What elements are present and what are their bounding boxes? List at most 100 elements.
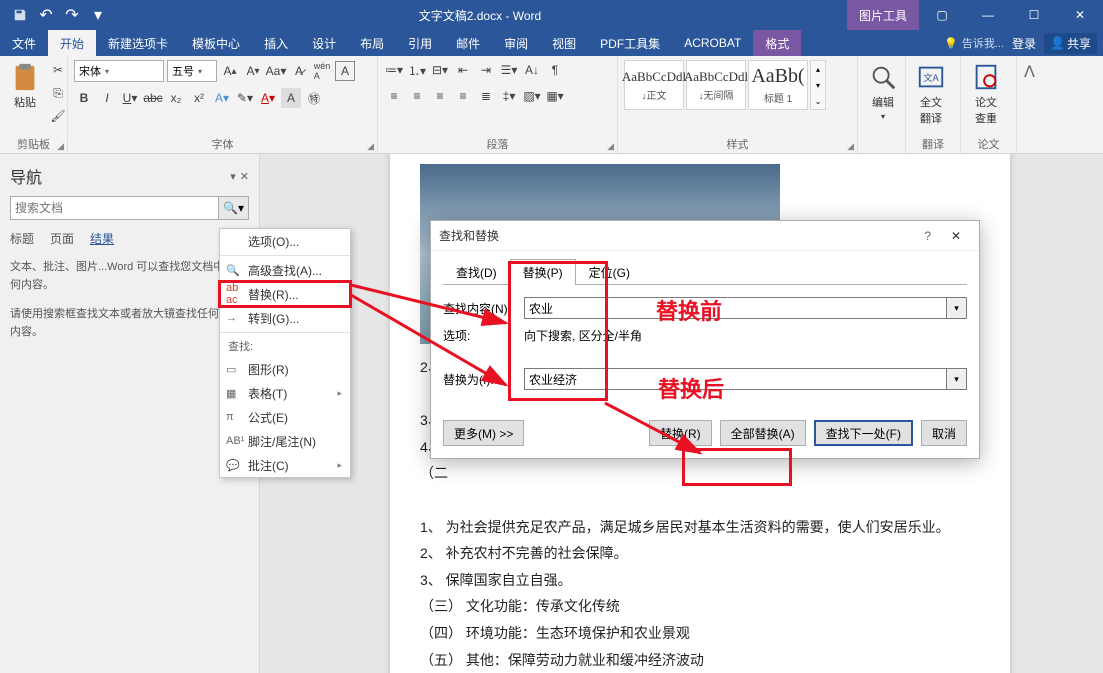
change-case-icon[interactable]: Aa▾ xyxy=(266,61,286,81)
clear-format-icon[interactable]: A̷ xyxy=(289,61,309,81)
shading-icon[interactable]: ▨▾ xyxy=(522,86,542,106)
copy-icon[interactable]: ⎘ xyxy=(48,83,68,103)
italic-icon[interactable]: I xyxy=(97,88,117,108)
minimize-icon[interactable]: — xyxy=(965,0,1011,30)
distribute-icon[interactable]: ≣ xyxy=(476,86,496,106)
increase-indent-icon[interactable]: ⇥ xyxy=(476,60,496,80)
superscript-icon[interactable]: x² xyxy=(189,88,209,108)
nav-tab-headings[interactable]: 标题 xyxy=(10,230,34,247)
phonetic-guide-icon[interactable]: wénA xyxy=(312,61,332,81)
numbering-icon[interactable]: ⒈▾ xyxy=(407,60,427,80)
tab-insert[interactable]: 插入 xyxy=(252,30,300,56)
cancel-button[interactable]: 取消 xyxy=(921,420,967,446)
font-size-combo[interactable]: 五号▾ xyxy=(167,60,217,82)
subscript-icon[interactable]: x₂ xyxy=(166,88,186,108)
tab-newtab[interactable]: 新建选项卡 xyxy=(96,30,180,56)
clipboard-launcher-icon[interactable]: ◢ xyxy=(57,141,64,152)
font-color-icon[interactable]: A▾ xyxy=(258,88,278,108)
collapse-ribbon-icon[interactable]: ᐱ xyxy=(1016,56,1042,153)
menu-find-equations[interactable]: π公式(E) xyxy=(220,405,350,429)
editing-button[interactable]: 编辑▾ xyxy=(864,60,902,123)
paper-check-button[interactable]: 论文 查重 xyxy=(967,60,1005,128)
menu-find-footnotes[interactable]: AB¹脚注/尾注(N) xyxy=(220,429,350,453)
nav-tab-results[interactable]: 结果 xyxy=(90,230,114,247)
text-effects-icon[interactable]: A▾ xyxy=(212,88,232,108)
dialog-tab-find[interactable]: 查找(D) xyxy=(443,259,510,285)
more-button[interactable]: 更多(M) >> xyxy=(443,420,524,446)
dialog-close-icon[interactable]: ✕ xyxy=(941,229,971,243)
styles-launcher-icon[interactable]: ◢ xyxy=(847,141,854,152)
dialog-help-icon[interactable]: ? xyxy=(924,229,931,243)
find-next-button[interactable]: 查找下一处(F) xyxy=(814,420,913,446)
styles-gallery[interactable]: AaBbCcDdl↓正文 AaBbCcDdl↓无间隔 AaBb(标题 1 ▴▾⌄ xyxy=(624,60,826,110)
ribbon-display-icon[interactable]: ▢ xyxy=(919,0,965,30)
tab-references[interactable]: 引用 xyxy=(396,30,444,56)
find-history-dropdown[interactable]: ▾ xyxy=(947,297,967,319)
font-name-combo[interactable]: 宋体▾ xyxy=(74,60,164,82)
find-what-input[interactable] xyxy=(524,297,947,319)
dialog-tab-goto[interactable]: 定位(G) xyxy=(576,259,643,285)
tab-templates[interactable]: 模板中心 xyxy=(180,30,252,56)
undo-icon[interactable]: ↶ xyxy=(35,4,57,26)
tab-file[interactable]: 文件 xyxy=(0,30,48,56)
align-center-icon[interactable]: ≡ xyxy=(407,86,427,106)
menu-options[interactable]: 选项(O)... xyxy=(220,229,350,253)
sort-icon[interactable]: A↓ xyxy=(522,60,542,80)
tab-home[interactable]: 开始 xyxy=(48,30,96,56)
maximize-icon[interactable]: ☐ xyxy=(1011,0,1057,30)
tab-acrobat[interactable]: ACROBAT xyxy=(672,30,753,56)
font-launcher-icon[interactable]: ◢ xyxy=(367,141,374,152)
tell-me-search[interactable]: 💡 告诉我... xyxy=(944,35,1004,51)
cut-icon[interactable]: ✂ xyxy=(48,60,68,80)
show-marks-icon[interactable]: ¶ xyxy=(545,60,565,80)
char-border-icon[interactable]: A xyxy=(335,61,355,81)
menu-find-comments[interactable]: 💬批注(C)▸ xyxy=(220,453,350,477)
multilevel-icon[interactable]: ⊟▾ xyxy=(430,60,450,80)
tab-mail[interactable]: 邮件 xyxy=(444,30,492,56)
qat-more-icon[interactable]: ▾ xyxy=(87,4,109,26)
nav-search-button[interactable]: 🔍▾ xyxy=(219,196,249,220)
decrease-indent-icon[interactable]: ⇤ xyxy=(453,60,473,80)
style-nospacing[interactable]: AaBbCcDdl↓无间隔 xyxy=(686,60,746,110)
replace-all-button[interactable]: 全部替换(A) xyxy=(720,420,806,446)
style-heading1[interactable]: AaBb(标题 1 xyxy=(748,60,808,110)
char-shading-icon[interactable]: A xyxy=(281,88,301,108)
login-button[interactable]: 登录 xyxy=(1012,35,1036,52)
menu-advanced-find[interactable]: 🔍高级查找(A)... xyxy=(220,258,350,282)
nav-tab-pages[interactable]: 页面 xyxy=(50,230,74,247)
menu-replace[interactable]: abac替换(R)... xyxy=(220,282,350,306)
translate-button[interactable]: 文A全文 翻译 xyxy=(912,60,950,128)
nav-search-input[interactable] xyxy=(10,196,219,220)
replace-button[interactable]: 替换(R) xyxy=(649,420,712,446)
tab-format[interactable]: 格式 xyxy=(753,30,801,56)
highlight-icon[interactable]: ✎▾ xyxy=(235,88,255,108)
bullets-icon[interactable]: ≔▾ xyxy=(384,60,404,80)
share-button[interactable]: 👤 共享 xyxy=(1044,33,1097,54)
nav-pane-close-icon[interactable]: ✕ xyxy=(240,170,249,183)
tab-pdf[interactable]: PDF工具集 xyxy=(588,30,672,56)
redo-icon[interactable]: ↷ xyxy=(61,4,83,26)
shrink-font-icon[interactable]: A▾ xyxy=(243,61,263,81)
menu-find-graphics[interactable]: ▭图形(R) xyxy=(220,357,350,381)
nav-pane-dropdown-icon[interactable]: ▾ xyxy=(230,170,236,183)
grow-font-icon[interactable]: A▴ xyxy=(220,61,240,81)
close-icon[interactable]: ✕ xyxy=(1057,0,1103,30)
menu-goto[interactable]: →转到(G)... xyxy=(220,306,350,330)
tab-review[interactable]: 审阅 xyxy=(492,30,540,56)
replace-history-dropdown[interactable]: ▾ xyxy=(947,368,967,390)
replace-with-input[interactable] xyxy=(524,368,947,390)
bold-icon[interactable]: B xyxy=(74,88,94,108)
strikethrough-icon[interactable]: abc xyxy=(143,88,163,108)
align-right-icon[interactable]: ≡ xyxy=(430,86,450,106)
tab-design[interactable]: 设计 xyxy=(300,30,348,56)
paste-button[interactable]: 粘贴 xyxy=(6,60,44,112)
paragraph-launcher-icon[interactable]: ◢ xyxy=(607,141,614,152)
styles-gallery-more[interactable]: ▴▾⌄ xyxy=(810,60,826,110)
menu-find-tables[interactable]: ▦表格(T)▸ xyxy=(220,381,350,405)
line-spacing-icon[interactable]: ‡▾ xyxy=(499,86,519,106)
dialog-tab-replace[interactable]: 替换(P) xyxy=(510,259,576,285)
borders-icon[interactable]: ▦▾ xyxy=(545,86,565,106)
tab-view[interactable]: 视图 xyxy=(540,30,588,56)
format-painter-icon[interactable]: 🖌 xyxy=(48,106,68,126)
save-icon[interactable] xyxy=(9,4,31,26)
